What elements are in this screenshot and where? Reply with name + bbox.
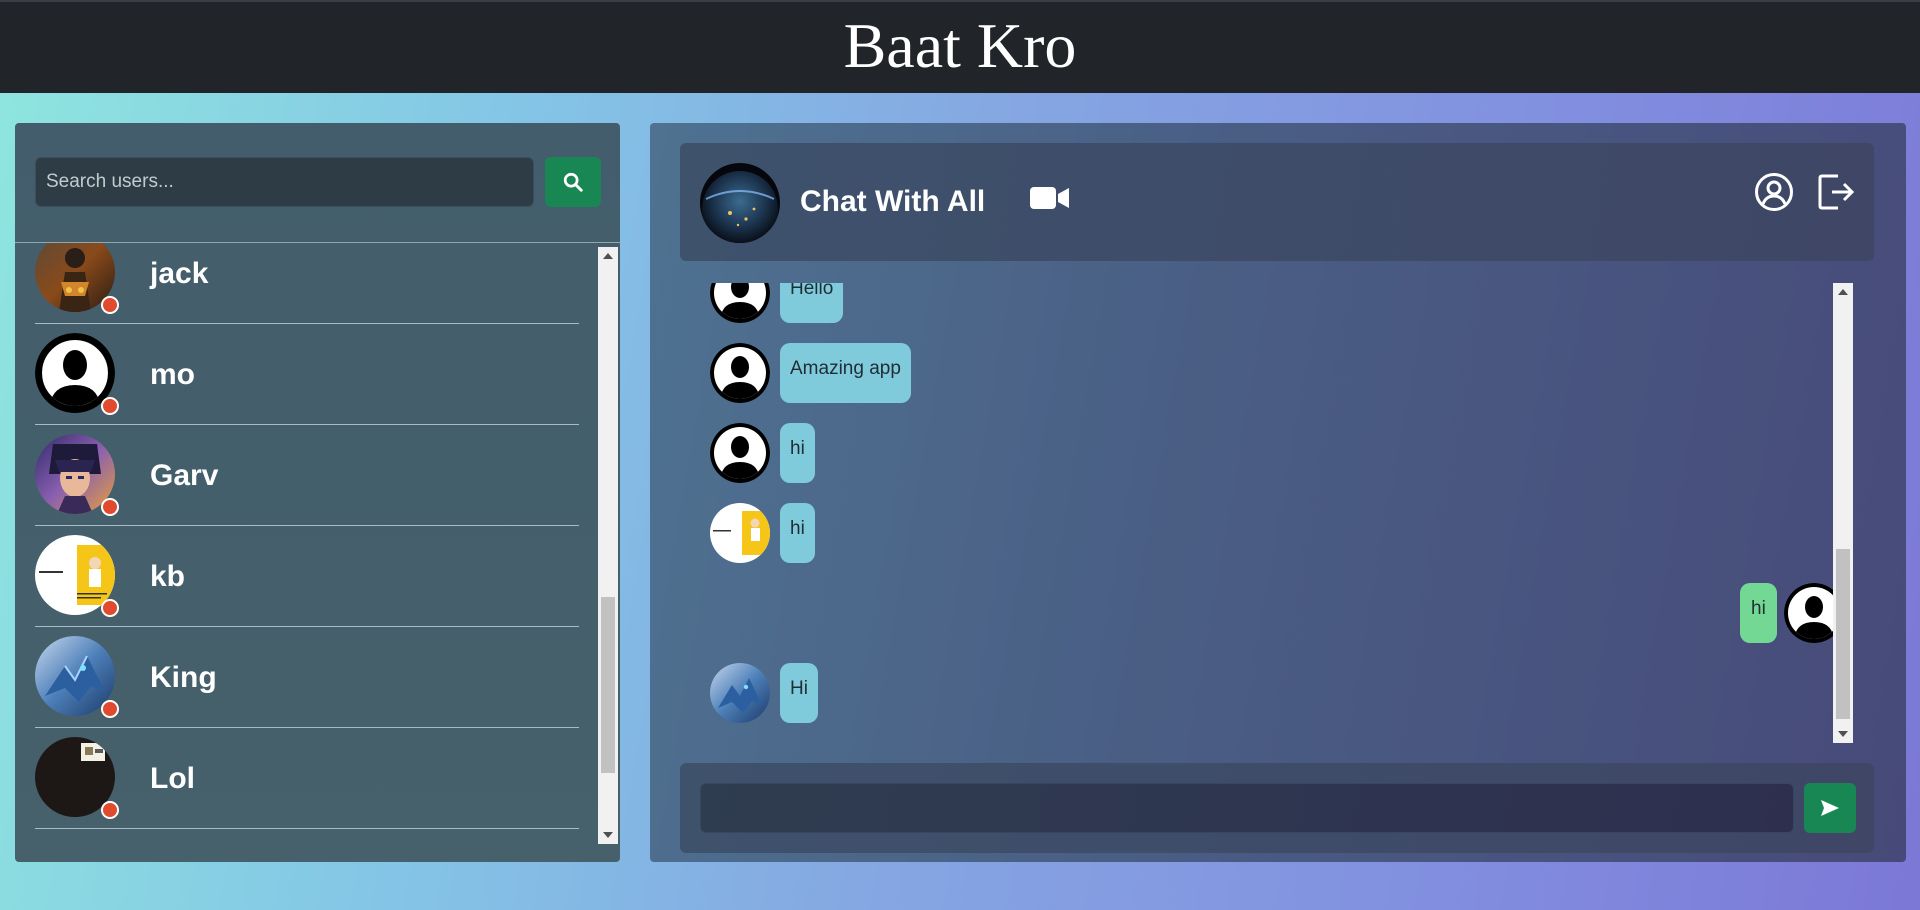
user-name: Garv: [150, 459, 219, 492]
document-thumbnail-avatar-image: [710, 503, 770, 563]
user-list-item[interactable]: Garv: [35, 425, 579, 526]
user-name: kb: [150, 560, 186, 593]
search-bar: [35, 157, 601, 209]
chat-panel: Chat With All Hello Amazing app hi hi hi…: [650, 123, 1906, 862]
user-name: King: [150, 661, 217, 694]
search-input[interactable]: [35, 157, 534, 207]
message-bubble: Amazing app: [780, 343, 911, 403]
scroll-down-arrow-icon[interactable]: [1838, 731, 1848, 737]
user-list-item[interactable]: Lol: [35, 728, 579, 829]
default-silhouette-avatar-image: [710, 343, 770, 403]
message-avatar: [710, 423, 770, 483]
avatar: [35, 434, 119, 516]
scroll-thumb[interactable]: [601, 597, 615, 773]
scroll-down-arrow-icon[interactable]: [603, 832, 613, 838]
user-list-scrollbar[interactable]: [598, 247, 618, 844]
message-avatar: [710, 283, 770, 323]
default-silhouette-avatar-image: [710, 423, 770, 483]
default-silhouette-avatar-image: [710, 283, 770, 323]
search-button[interactable]: [545, 157, 601, 207]
message-bubble: hi: [780, 423, 815, 483]
offline-status-dot: [101, 801, 119, 819]
message-avatar: [710, 343, 770, 403]
scroll-up-arrow-icon[interactable]: [1838, 289, 1848, 295]
user-circle-icon: [1755, 173, 1793, 211]
avatar: [35, 333, 119, 415]
users-sidebar: jack: [15, 123, 620, 862]
user-name: Lol: [150, 762, 195, 795]
user-list-item[interactable]: King: [35, 627, 579, 728]
scroll-up-arrow-icon[interactable]: [603, 253, 613, 259]
avatar: [35, 535, 119, 617]
scroll-thumb[interactable]: [1836, 549, 1850, 719]
earth-avatar-image: [700, 163, 780, 243]
profile-button[interactable]: [1754, 172, 1794, 217]
message-bubble: Hi: [780, 663, 818, 723]
chat-header: Chat With All: [680, 143, 1874, 261]
search-icon: [563, 172, 583, 192]
offline-status-dot: [101, 397, 119, 415]
user-list: jack mo Garv kb King Lol: [15, 243, 595, 862]
avatar: [35, 737, 119, 819]
user-name: jack: [150, 257, 209, 290]
chat-title: Chat With All: [800, 185, 986, 218]
message-list: Hello Amazing app hi hi hi Hi: [680, 283, 1856, 740]
user-list-item[interactable]: jack: [35, 243, 579, 324]
message-composer: [680, 763, 1874, 853]
app-title: Baat Kro: [843, 9, 1077, 81]
message-input[interactable]: [700, 783, 1794, 833]
dragon-avatar-image: [710, 663, 770, 723]
avatar: [35, 243, 119, 314]
message-avatar: [710, 503, 770, 563]
send-button[interactable]: [1804, 783, 1856, 833]
user-list-item[interactable]: kb: [35, 526, 579, 627]
offline-status-dot: [101, 700, 119, 718]
message-avatar: [710, 663, 770, 723]
message-bubble: hi: [780, 503, 815, 563]
avatar: [35, 636, 119, 718]
app-header: Baat Kro: [0, 0, 1920, 93]
chat-avatar: [700, 163, 780, 243]
message-bubble-outgoing: hi: [1740, 583, 1777, 643]
logout-icon: [1818, 174, 1855, 210]
message-bubble: Hello: [780, 283, 844, 323]
user-name: mo: [150, 358, 195, 391]
send-icon: [1821, 800, 1839, 816]
offline-status-dot: [101, 599, 119, 617]
user-list-item[interactable]: mo: [35, 324, 579, 425]
message-outgoing: hi: [1740, 583, 1844, 643]
video-camera-icon: [1030, 187, 1069, 209]
message-list-scrollbar[interactable]: [1833, 283, 1853, 743]
offline-status-dot: [101, 498, 119, 516]
video-call-button[interactable]: [1030, 185, 1070, 216]
logout-button[interactable]: [1816, 172, 1856, 217]
offline-status-dot: [101, 296, 119, 314]
